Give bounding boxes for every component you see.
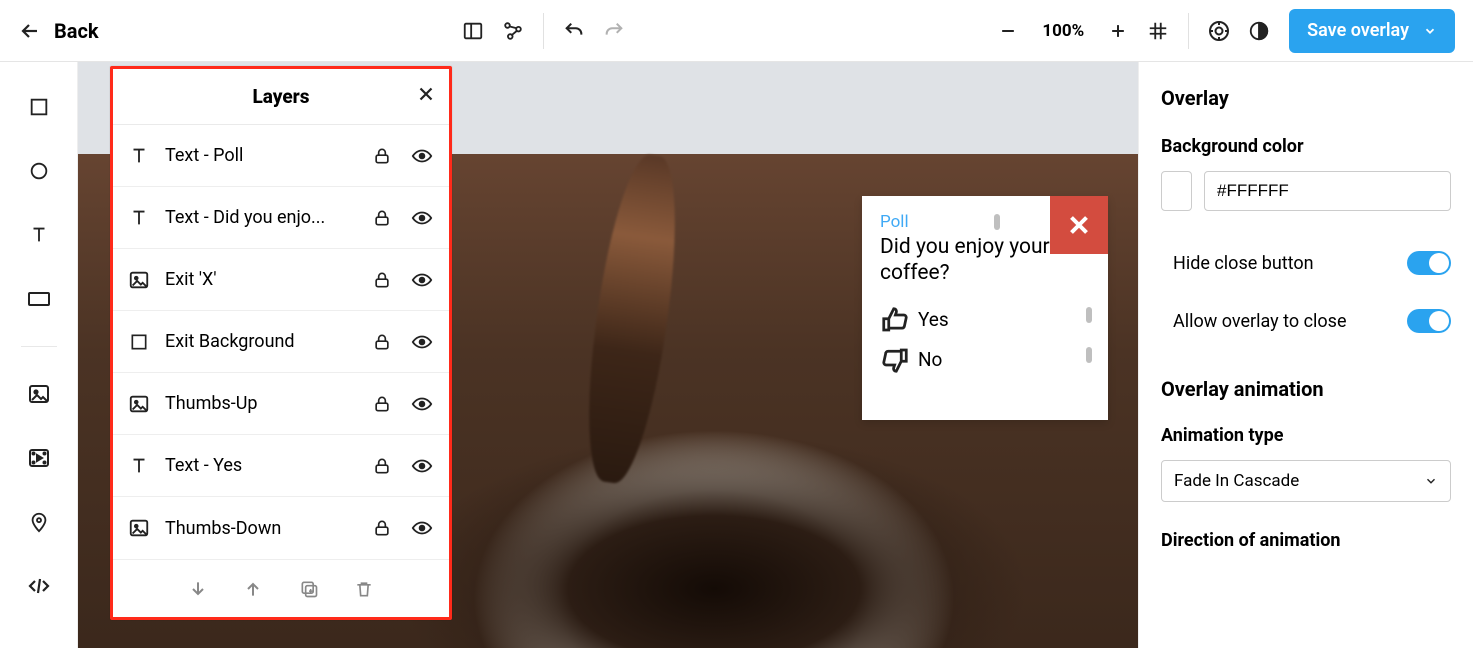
allow-close-toggle[interactable]	[1407, 309, 1451, 333]
share-icon-button[interactable]	[493, 11, 533, 51]
layer-row[interactable]: Text - Poll	[113, 125, 449, 187]
help-icon-button[interactable]	[1199, 11, 1239, 51]
layer-type-icon	[127, 332, 151, 352]
background-color-label: Background color	[1161, 136, 1451, 157]
layer-label: Exit Background	[165, 331, 355, 352]
layer-visibility-button[interactable]	[409, 331, 435, 353]
panels-toggle-button[interactable]	[453, 11, 493, 51]
layer-label: Thumbs-Up	[165, 393, 355, 414]
layer-visibility-button[interactable]	[409, 393, 435, 415]
layer-label: Thumbs-Down	[165, 518, 355, 539]
background-color-swatch[interactable]	[1161, 171, 1192, 211]
panel-heading-animation: Overlay animation	[1161, 377, 1451, 401]
redo-button[interactable]	[594, 11, 634, 51]
layer-visibility-button[interactable]	[409, 455, 435, 477]
layer-row[interactable]: Text - Did you enjo...	[113, 187, 449, 249]
background-color-input[interactable]	[1204, 171, 1451, 211]
hide-close-toggle[interactable]	[1407, 251, 1451, 275]
canvas[interactable]: Layers Text - Poll Text - Did you enjo...…	[78, 62, 1138, 648]
layer-type-icon	[127, 393, 151, 415]
save-overlay-button[interactable]: Save overlay	[1289, 9, 1455, 53]
layers-close-button[interactable]	[415, 83, 437, 105]
chevron-down-icon	[1423, 24, 1437, 38]
thumbs-up-icon	[880, 305, 910, 335]
undo-button[interactable]	[554, 11, 594, 51]
overlay-poll-label: Poll	[880, 212, 909, 232]
resize-handle-icon[interactable]	[994, 214, 1000, 230]
overlay-no-label: No	[918, 348, 942, 371]
layer-type-icon	[127, 145, 151, 167]
left-tool-rail	[0, 62, 78, 648]
tool-button[interactable]	[22, 282, 56, 316]
layers-title: Layers	[253, 85, 310, 108]
tool-circle[interactable]	[22, 154, 56, 188]
layer-label: Text - Poll	[165, 145, 355, 166]
chevron-down-icon	[1424, 474, 1438, 488]
allow-close-label: Allow overlay to close	[1173, 311, 1347, 332]
back-button[interactable]: Back	[18, 19, 99, 43]
layer-lock-button[interactable]	[369, 270, 395, 290]
resize-handle-icon[interactable]	[1086, 307, 1092, 323]
layer-row[interactable]: Text - Yes	[113, 435, 449, 497]
layer-visibility-button[interactable]	[409, 517, 435, 539]
overlay-preview-card[interactable]: Poll Did you enjoy your coffee? Yes No	[862, 196, 1108, 420]
tool-code[interactable]	[22, 569, 56, 603]
save-label: Save overlay	[1307, 20, 1409, 41]
layer-row[interactable]: Thumbs-Down	[113, 497, 449, 559]
layer-label: Exit 'X'	[165, 269, 355, 290]
zoom-value: 100%	[1042, 21, 1084, 41]
contrast-icon-button[interactable]	[1239, 11, 1279, 51]
zoom-in-button[interactable]	[1098, 11, 1138, 51]
direction-label: Direction of animation	[1161, 530, 1451, 551]
tool-image[interactable]	[22, 377, 56, 411]
hide-close-label: Hide close button	[1173, 253, 1314, 274]
overlay-option-yes[interactable]: Yes	[880, 305, 1090, 335]
layer-type-icon	[127, 207, 151, 229]
arrow-left-icon	[18, 19, 42, 43]
thumbs-down-icon	[880, 345, 910, 375]
layer-row[interactable]: Exit 'X'	[113, 249, 449, 311]
layers-header: Layers	[113, 69, 449, 125]
layer-lock-button[interactable]	[369, 208, 395, 228]
layers-panel: Layers Text - Poll Text - Did you enjo...…	[110, 66, 452, 620]
layer-lock-button[interactable]	[369, 332, 395, 352]
layer-move-down-button[interactable]	[188, 579, 208, 599]
tool-location[interactable]	[22, 505, 56, 539]
layer-lock-button[interactable]	[369, 456, 395, 476]
layer-row[interactable]: Exit Background	[113, 311, 449, 373]
overlay-option-no[interactable]: No	[880, 345, 1090, 375]
layer-visibility-button[interactable]	[409, 145, 435, 167]
back-label: Back	[54, 19, 99, 43]
properties-panel: Overlay Background color Hide close butt…	[1138, 62, 1473, 648]
tool-text[interactable]	[22, 218, 56, 252]
animation-type-value: Fade In Cascade	[1174, 471, 1299, 491]
layer-lock-button[interactable]	[369, 518, 395, 538]
layer-visibility-button[interactable]	[409, 269, 435, 291]
layer-label: Text - Yes	[165, 455, 355, 476]
overlay-yes-label: Yes	[918, 308, 949, 331]
panel-heading-overlay: Overlay	[1161, 86, 1451, 110]
layer-move-up-button[interactable]	[243, 579, 263, 599]
layer-duplicate-button[interactable]	[299, 579, 319, 599]
tool-rectangle[interactable]	[22, 90, 56, 124]
animation-type-select[interactable]: Fade In Cascade	[1161, 460, 1451, 502]
layers-footer	[113, 559, 449, 617]
tool-video[interactable]	[22, 441, 56, 475]
layer-lock-button[interactable]	[369, 146, 395, 166]
layer-visibility-button[interactable]	[409, 207, 435, 229]
overlay-close-button[interactable]	[1050, 196, 1108, 254]
layer-delete-button[interactable]	[354, 579, 374, 599]
layer-type-icon	[127, 269, 151, 291]
layer-type-icon	[127, 455, 151, 477]
layer-type-icon	[127, 517, 151, 539]
top-bar: Back 100% Save overlay	[0, 0, 1473, 62]
grid-toggle-button[interactable]	[1138, 11, 1178, 51]
animation-type-label: Animation type	[1161, 425, 1451, 446]
layer-label: Text - Did you enjo...	[165, 207, 355, 228]
zoom-out-button[interactable]	[988, 11, 1028, 51]
resize-handle-icon[interactable]	[1086, 347, 1092, 363]
layer-row[interactable]: Thumbs-Up	[113, 373, 449, 435]
layer-lock-button[interactable]	[369, 394, 395, 414]
